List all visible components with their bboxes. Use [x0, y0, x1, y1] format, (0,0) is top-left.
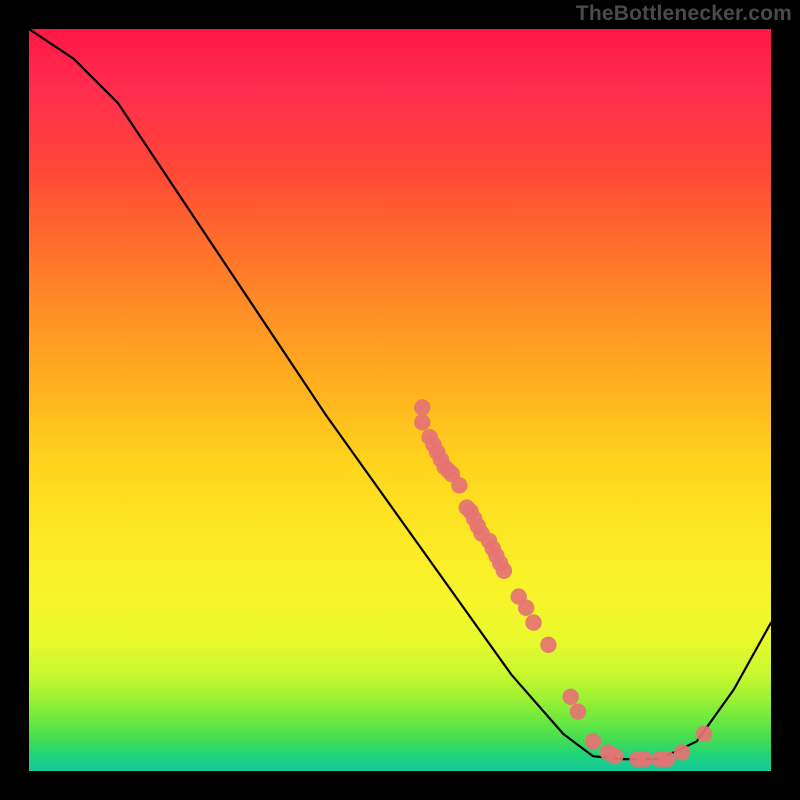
chart-marker: [540, 637, 556, 653]
watermark-text: TheBottlenecker.com: [576, 2, 792, 26]
chart-marker: [525, 614, 541, 630]
chart-marker: [659, 751, 675, 767]
chart-marker: [518, 600, 534, 616]
chart-marker: [607, 748, 623, 764]
chart-plot: [29, 29, 771, 771]
chart-marker: [585, 733, 601, 749]
chart-marker: [414, 399, 430, 415]
chart-marker: [674, 744, 690, 760]
chart-marker: [414, 414, 430, 430]
chart-marker: [637, 751, 653, 767]
chart-frame: [26, 26, 774, 774]
chart-marker: [562, 689, 578, 705]
chart-curve: [29, 29, 771, 759]
chart-markers: [414, 399, 712, 767]
chart-marker: [451, 477, 467, 493]
chart-marker: [696, 726, 712, 742]
chart-marker: [570, 703, 586, 719]
chart-marker: [496, 562, 512, 578]
